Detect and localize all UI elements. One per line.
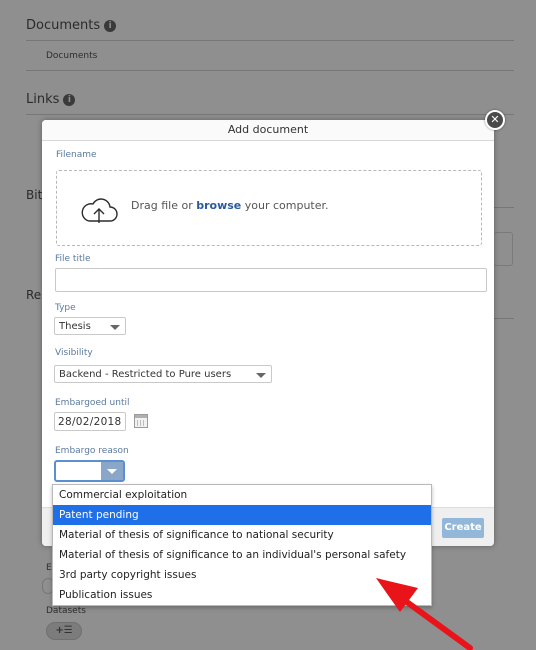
annotation-arrow-shaft: [397, 594, 473, 650]
annotation-arrow: [376, 578, 473, 650]
